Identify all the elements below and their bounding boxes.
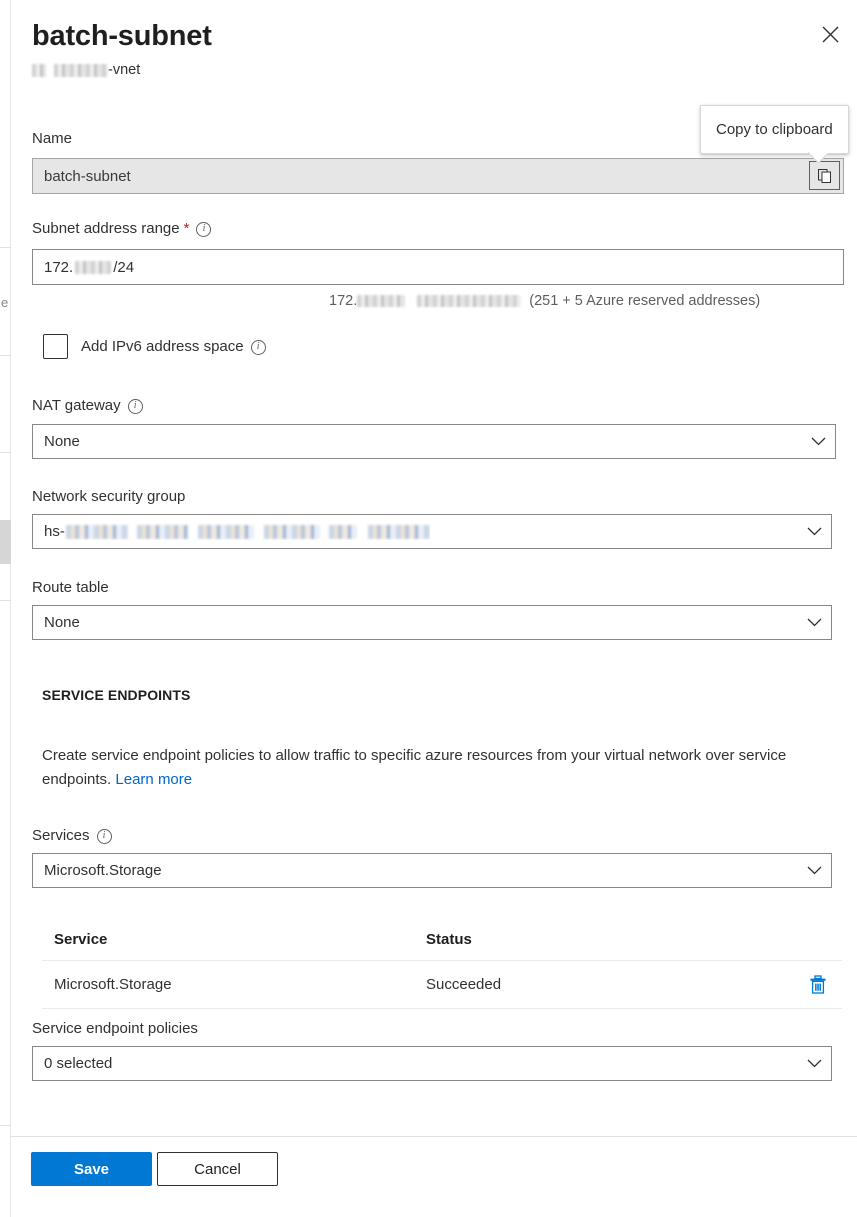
route-table-value: None	[33, 614, 80, 631]
delete-row-button[interactable]	[794, 975, 842, 995]
add-ipv6-checkbox[interactable]	[43, 334, 68, 359]
copy-to-clipboard-button[interactable]	[809, 161, 840, 190]
bg-glyph: e	[1, 296, 8, 309]
redacted-text	[417, 295, 521, 307]
service-endpoint-policies-value: 0 selected	[33, 1055, 112, 1072]
column-header-status: Status	[425, 931, 794, 948]
redacted-text	[198, 525, 254, 539]
chevron-down-icon	[797, 1059, 831, 1068]
service-endpoints-table: Service Status Microsoft.Storage Succeed…	[42, 918, 842, 1009]
nat-gateway-dropdown[interactable]: None	[32, 424, 836, 459]
column-header-service: Service	[42, 931, 425, 948]
redacted-text	[66, 525, 128, 539]
close-icon	[822, 26, 839, 43]
service-endpoint-policies-label: Service endpoint policies	[32, 1019, 198, 1039]
bg-divider	[0, 247, 11, 248]
blade-header: batch-subnet -vnet	[11, 0, 857, 96]
bg-divider	[0, 355, 11, 356]
subnet-address-range-input[interactable]: 172. /24	[32, 249, 844, 285]
network-security-group-label: Network security group	[32, 487, 185, 507]
chevron-down-icon	[801, 437, 835, 446]
chevron-down-icon	[797, 866, 831, 875]
info-icon[interactable]: i	[196, 222, 211, 237]
name-label: Name	[32, 129, 72, 149]
table-row: Microsoft.Storage Succeeded	[42, 960, 842, 1009]
table-header-row: Service Status	[42, 918, 842, 960]
name-input[interactable]: batch-subnet	[32, 158, 844, 194]
info-icon[interactable]: i	[97, 829, 112, 844]
subnet-settings-blade: batch-subnet -vnet Name batch-subnet Cop…	[11, 0, 857, 1217]
copy-tooltip-arrow	[808, 152, 828, 164]
nat-gateway-label: NAT gateway i	[32, 396, 143, 416]
learn-more-link[interactable]: Learn more	[115, 771, 192, 788]
blade-subtitle: -vnet	[32, 60, 140, 80]
subnet-address-range-value: 172. /24	[33, 259, 134, 276]
copy-tooltip-text: Copy to clipboard	[716, 121, 833, 138]
page-title: batch-subnet	[32, 16, 212, 56]
bg-divider	[0, 1125, 11, 1126]
close-button[interactable]	[812, 16, 848, 52]
redacted-text	[54, 64, 108, 77]
service-endpoints-description: Create service endpoint policies to allo…	[42, 744, 842, 792]
route-table-label: Route table	[32, 578, 109, 598]
services-dropdown[interactable]: Microsoft.Storage	[32, 853, 832, 888]
redacted-text	[357, 295, 405, 307]
info-icon[interactable]: i	[251, 340, 266, 355]
cell-service: Microsoft.Storage	[42, 976, 425, 993]
name-input-value: batch-subnet	[33, 168, 131, 185]
copy-icon	[817, 168, 833, 184]
network-security-group-value: hs-	[33, 523, 430, 540]
chevron-down-icon	[797, 618, 831, 627]
copy-tooltip: Copy to clipboard	[700, 105, 849, 154]
redacted-text	[329, 525, 357, 539]
services-value: Microsoft.Storage	[33, 862, 162, 879]
services-label: Services i	[32, 826, 112, 846]
service-endpoint-policies-dropdown[interactable]: 0 selected	[32, 1046, 832, 1081]
nat-gateway-value: None	[33, 433, 80, 450]
service-endpoints-heading: SERVICE ENDPOINTS	[42, 687, 190, 703]
background-page-strip: e	[0, 0, 11, 1217]
subnet-address-range-helper: 172. (251 + 5 Azure reserved addresses)	[329, 291, 760, 311]
bg-divider	[0, 600, 11, 601]
save-button[interactable]: Save	[31, 1152, 152, 1186]
cell-status: Succeeded	[425, 976, 794, 993]
add-ipv6-label: Add IPv6 address space i	[81, 337, 266, 357]
required-marker: *	[184, 219, 190, 239]
redacted-text	[368, 525, 430, 539]
cancel-button[interactable]: Cancel	[157, 1152, 278, 1186]
bg-divider	[0, 452, 11, 453]
blade-footer: Save Cancel	[11, 1137, 857, 1217]
route-table-dropdown[interactable]: None	[32, 605, 832, 640]
chevron-down-icon	[797, 527, 831, 536]
bg-block	[0, 520, 11, 564]
network-security-group-dropdown[interactable]: hs-	[32, 514, 832, 549]
blade-subtitle-suffix: -vnet	[108, 60, 140, 80]
redacted-text	[264, 525, 320, 539]
redacted-text	[137, 525, 189, 539]
redacted-text	[75, 261, 111, 274]
info-icon[interactable]: i	[128, 399, 143, 414]
redacted-text	[32, 64, 46, 77]
subnet-address-range-label: Subnet address range * i	[32, 219, 211, 239]
trash-icon	[809, 975, 827, 995]
